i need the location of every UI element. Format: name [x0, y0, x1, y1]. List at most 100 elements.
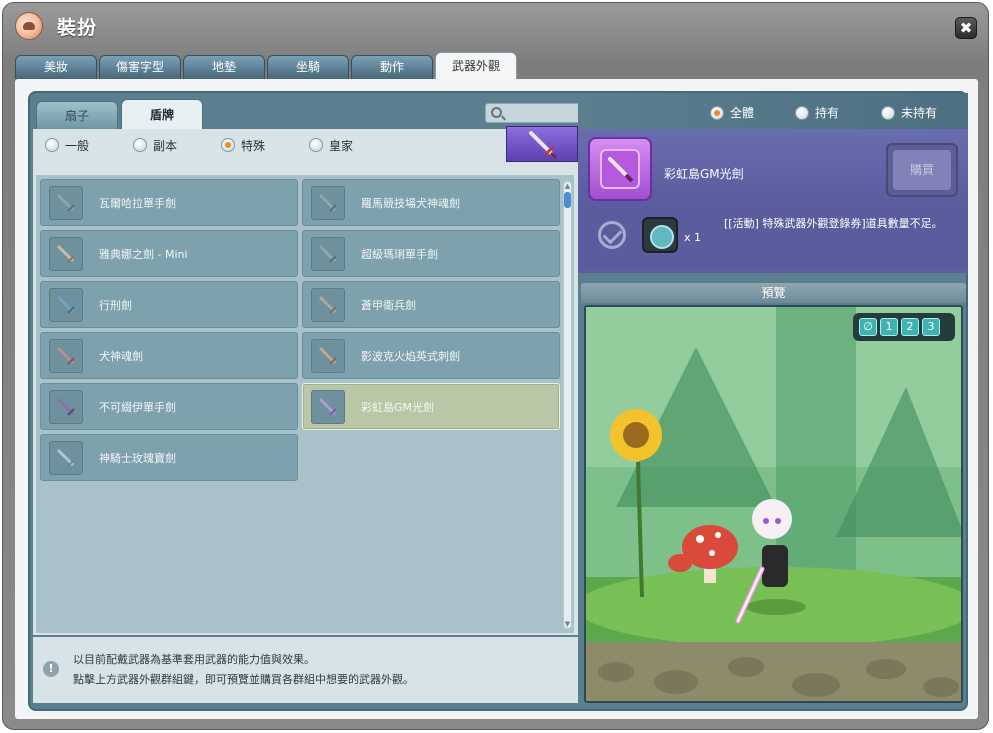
- owner-filter: 全體 持有 未持有: [578, 93, 968, 129]
- sword-icon: [49, 440, 83, 475]
- tab-action[interactable]: 動作: [351, 55, 433, 79]
- list-item[interactable]: 行刑劍: [40, 281, 298, 328]
- list-item[interactable]: 雅典娜之劍 - Mini: [40, 230, 298, 277]
- list-item[interactable]: 不可綴伊單手劍: [40, 383, 298, 430]
- list-item[interactable]: 犬神魂劍: [40, 332, 298, 379]
- scroll-down-icon[interactable]: ▼: [564, 620, 571, 628]
- radio-selected-icon: [221, 138, 236, 152]
- item-name: 不可綴伊單手劍: [99, 400, 176, 414]
- lightsaber-icon: [600, 149, 640, 189]
- item-name: 神騎士玫瑰寶劍: [99, 451, 176, 465]
- preview-label: 預覽: [581, 283, 966, 303]
- buy-label: 購買: [893, 150, 951, 190]
- owner-radio-label: 全體: [730, 106, 755, 120]
- sub-tab-fan[interactable]: 扇子: [36, 101, 118, 129]
- item-name: 犬神魂劍: [99, 349, 143, 363]
- sword-icon: [49, 287, 83, 322]
- tab-mount[interactable]: 坐騎: [267, 55, 349, 79]
- selected-weapon-name: 彩虹島GM光劍: [664, 167, 744, 181]
- check-icon: [598, 221, 626, 249]
- sword-icon: [49, 389, 83, 424]
- item-name: 雅典娜之劍 - Mini: [99, 247, 188, 261]
- radio-icon: [45, 138, 59, 152]
- radio-selected-icon: [710, 105, 724, 120]
- type-filter: 一般 副本 特殊 皇家: [33, 129, 503, 161]
- info-text-1: 以目前配戴武器為基準套用武器的能力值與效果。: [73, 653, 315, 666]
- info-text-2: 點擊上方武器外觀群組鍵，即可預覽並購買各群組中想要的武器外觀。: [73, 673, 414, 686]
- sword-icon: [311, 236, 345, 271]
- sword-icon: [311, 338, 345, 373]
- item-grid: 瓦爾哈拉單手劍 羅馬競技場犬神魂劍 雅典娜之劍 - Mini 超級瑪琍單手劍 行…: [40, 179, 560, 481]
- tab-floor-mat[interactable]: 地墊: [183, 55, 265, 79]
- item-name: 影波克火焰英式刺劍: [361, 349, 460, 363]
- sword-icon: [49, 338, 83, 373]
- list-item[interactable]: 蒼甲衛兵劍: [302, 281, 560, 328]
- preview-slot-3-button[interactable]: 3: [922, 318, 940, 336]
- sword-icon: [49, 236, 83, 271]
- list-item[interactable]: 瓦爾哈拉單手劍: [40, 179, 298, 226]
- item-name: 超級瑪琍單手劍: [361, 247, 438, 261]
- close-button[interactable]: ✖: [955, 17, 977, 39]
- list-item[interactable]: 超級瑪琍單手劍: [302, 230, 560, 277]
- radio-icon: [309, 138, 324, 152]
- weapon-group-button[interactable]: [506, 126, 578, 162]
- item-panel: 一般 副本 特殊 皇家 瓦爾哈拉單手劍 羅馬競技場犬神魂劍 雅典娜之劍 - Mi…: [33, 126, 578, 635]
- tab-makeup[interactable]: 美妝: [15, 55, 97, 79]
- radio-icon: [881, 105, 895, 120]
- preview-slot-1-button[interactable]: 1: [880, 318, 898, 336]
- scroll-up-icon[interactable]: ▲: [564, 182, 571, 190]
- type-radio-normal[interactable]: 一般: [45, 137, 89, 154]
- title-bar: 裝扮 ✖: [3, 3, 988, 51]
- list-item[interactable]: 神騎士玫瑰寶劍: [40, 434, 298, 481]
- scroll-thumb[interactable]: [564, 192, 571, 208]
- list-item-selected[interactable]: 彩虹島GM光劍: [302, 383, 560, 430]
- detail-panel: 彩虹島GM光劍 購買 x 1 [[活動] 特殊武器外觀登錄券]道具數量不足。: [578, 129, 968, 273]
- sword-icon: [529, 131, 558, 160]
- owner-radio-label: 持有: [815, 106, 840, 120]
- window: 裝扮 ✖ 美妝 傷害字型 地墊 坐騎 動作 武器外觀 扇子 盾牌 全體 持有 未…: [2, 2, 989, 730]
- item-name: 蒼甲衛兵劍: [361, 298, 416, 312]
- type-radio-label: 特殊: [241, 138, 266, 153]
- sword-icon: [311, 389, 345, 424]
- type-radio-label: 一般: [65, 138, 90, 153]
- sword-icon: [311, 287, 345, 322]
- type-radio-special[interactable]: 特殊: [221, 137, 265, 154]
- forest-scene-image: [586, 307, 961, 701]
- tab-weapon-appearance[interactable]: 武器外觀: [435, 52, 517, 79]
- content-area: 扇子 盾牌 全體 持有 未持有 一般 副本 特殊 皇家 瓦爾哈拉單手劍 羅馬競技…: [15, 79, 978, 719]
- selected-weapon-icon: [588, 137, 652, 201]
- preview-slot-2-button[interactable]: 2: [901, 318, 919, 336]
- inner-panel: 扇子 盾牌 全體 持有 未持有 一般 副本 特殊 皇家 瓦爾哈拉單手劍 羅馬競技…: [28, 91, 968, 711]
- type-radio-label: 副本: [153, 138, 178, 153]
- item-name: 羅馬競技場犬神魂劍: [361, 196, 460, 210]
- buy-button[interactable]: 購買: [886, 143, 958, 197]
- radio-icon: [795, 105, 809, 120]
- tab-damage-font[interactable]: 傷害字型: [99, 55, 181, 79]
- coupon-message: [[活動] 特殊武器外觀登錄券]道具數量不足。: [724, 217, 943, 230]
- owner-radio-owned[interactable]: 持有: [795, 104, 839, 121]
- owner-radio-all[interactable]: 全體: [710, 104, 754, 121]
- sub-tab-shield[interactable]: 盾牌: [121, 99, 203, 129]
- preview-scene: ∅ 1 2 3: [584, 305, 963, 703]
- item-name: 行刑劍: [99, 298, 132, 312]
- type-radio-dungeon[interactable]: 副本: [133, 137, 177, 154]
- coupon-quantity: x 1: [684, 231, 702, 244]
- window-title: 裝扮: [57, 17, 98, 39]
- sub-tabs: 扇子 盾牌: [36, 99, 203, 129]
- requirement-row: x 1 [[活動] 特殊武器外觀登錄券]道具數量不足。: [578, 207, 968, 269]
- owner-radio-not-owned[interactable]: 未持有: [881, 104, 937, 121]
- preview-none-button[interactable]: ∅: [859, 318, 877, 336]
- radio-icon: [133, 138, 148, 152]
- preview-controls: ∅ 1 2 3: [853, 313, 955, 341]
- type-radio-label: 皇家: [329, 138, 354, 153]
- list-item[interactable]: 影波克火焰英式刺劍: [302, 332, 560, 379]
- type-radio-royal[interactable]: 皇家: [309, 137, 353, 154]
- list-item[interactable]: 羅馬競技場犬神魂劍: [302, 179, 560, 226]
- scrollbar[interactable]: ▲ ▼: [563, 181, 572, 629]
- detail-header: 彩虹島GM光劍 購買: [578, 129, 968, 205]
- info-icon: !: [43, 661, 59, 677]
- coupon-icon: [642, 217, 678, 253]
- app-avatar-icon: [15, 12, 43, 40]
- item-list: 瓦爾哈拉單手劍 羅馬競技場犬神魂劍 雅典娜之劍 - Mini 超級瑪琍單手劍 行…: [36, 175, 574, 633]
- search-icon: [491, 107, 502, 118]
